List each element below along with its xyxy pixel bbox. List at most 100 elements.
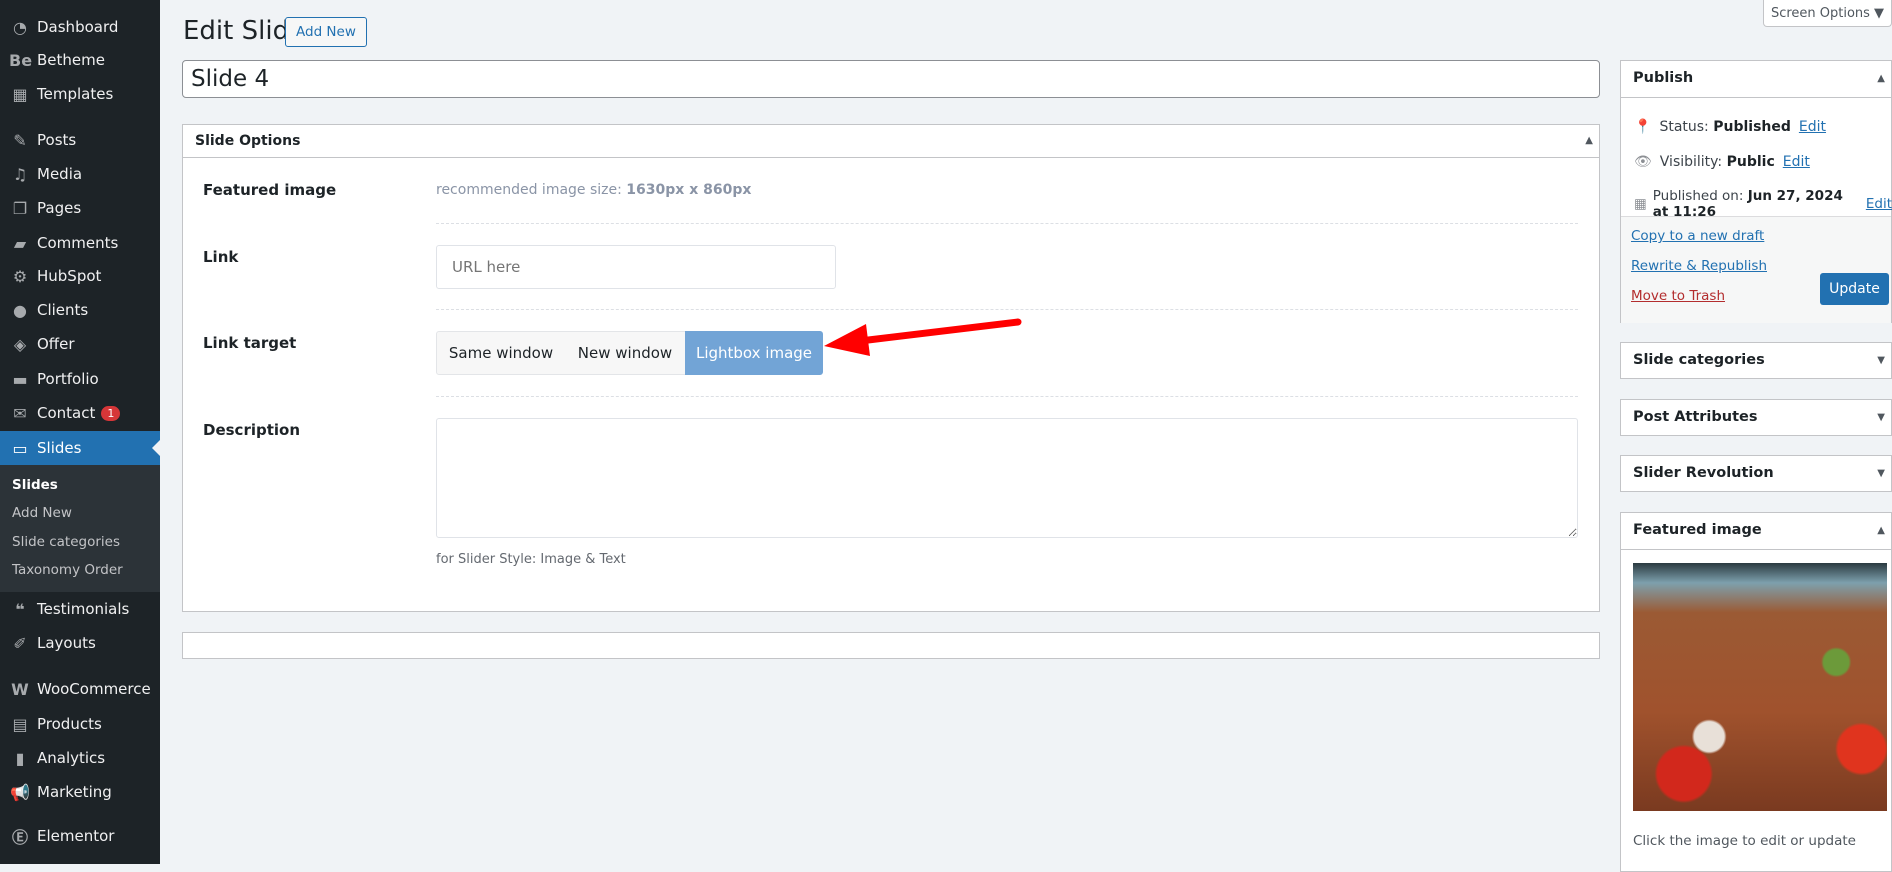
expand-icon[interactable]: ▼ bbox=[1877, 468, 1885, 479]
slide-categories-panel[interactable]: Slide categories ▼ bbox=[1620, 342, 1892, 379]
panel-title: Post Attributes bbox=[1633, 409, 1758, 425]
sidebar-item-label: Clients bbox=[37, 301, 89, 319]
sidebar-item-label: Templates bbox=[37, 85, 114, 103]
submenu-item[interactable]: Slides bbox=[12, 477, 58, 493]
copy-draft-link[interactable]: Copy to a new draft bbox=[1631, 228, 1764, 244]
target-same-window[interactable]: Same window bbox=[436, 331, 566, 375]
bar-chart-icon: ▮ bbox=[15, 748, 25, 768]
sidebar-item-testimonials[interactable]: ❝ Testimonials bbox=[0, 592, 160, 626]
media-icon: ♫ bbox=[12, 164, 28, 184]
sidebar-item-dashboard[interactable]: ◔ Dashboard bbox=[0, 10, 160, 44]
panel-title: Featured image bbox=[1633, 522, 1762, 538]
sidebar-item-label: Layouts bbox=[37, 634, 96, 652]
panel-title: Slide categories bbox=[1633, 352, 1765, 368]
eye-icon: 👁 bbox=[1634, 154, 1652, 170]
hubspot-icon: ⚙ bbox=[12, 266, 28, 286]
sidebar-item-label: Comments bbox=[37, 234, 119, 252]
collapse-toggle-icon[interactable]: ▲ bbox=[1585, 135, 1593, 146]
slider-revolution-panel[interactable]: Slider Revolution ▼ bbox=[1620, 455, 1892, 492]
collapse-toggle-icon[interactable]: ▲ bbox=[1877, 525, 1885, 536]
sidebar-item-contact[interactable]: ✉ Contact 1 bbox=[0, 396, 160, 430]
sidebar-item-label: Offer bbox=[37, 335, 75, 353]
divider bbox=[436, 396, 1578, 397]
sidebar-item-posts[interactable]: ✎ Posts bbox=[0, 123, 160, 157]
move-to-trash-link[interactable]: Move to Trash bbox=[1631, 288, 1725, 304]
publish-title: Publish bbox=[1633, 70, 1694, 86]
pin-icon: 📍 bbox=[1634, 119, 1652, 135]
slide-options-box: Slide Options ▲ bbox=[182, 124, 1600, 612]
sidebar-item-analytics[interactable]: ▮ Analytics bbox=[0, 741, 160, 775]
link-input[interactable] bbox=[436, 245, 836, 289]
edit-date-link[interactable]: Edit bbox=[1866, 196, 1892, 212]
archive-icon: ▤ bbox=[12, 714, 28, 734]
add-new-button[interactable]: Add New bbox=[285, 17, 367, 47]
sidebar-item-clients[interactable]: ● Clients bbox=[0, 293, 160, 327]
sidebar-item-label: Testimonials bbox=[37, 600, 130, 618]
empty-box bbox=[182, 632, 1600, 659]
featured-image-caption: Click the image to edit or update bbox=[1633, 833, 1856, 849]
sidebar-item-label: Products bbox=[37, 715, 102, 733]
description-label: Description bbox=[203, 421, 301, 439]
sidebar-item-woocommerce[interactable]: W WooCommerce bbox=[0, 672, 160, 706]
woocommerce-icon: W bbox=[11, 679, 29, 699]
sidebar-item-media[interactable]: ♫ Media bbox=[0, 157, 160, 191]
visibility-text: Visibility: Public bbox=[1659, 154, 1775, 170]
link-label: Link bbox=[203, 248, 239, 266]
sidebar-item-label: Analytics bbox=[37, 749, 106, 767]
edit-visibility-link[interactable]: Edit bbox=[1783, 154, 1810, 170]
featured-image-thumbnail[interactable] bbox=[1633, 563, 1887, 811]
sidebar-item-label: Slides bbox=[37, 439, 82, 457]
expand-icon[interactable]: ▼ bbox=[1877, 355, 1885, 366]
clients-icon: ● bbox=[13, 300, 27, 320]
target-lightbox-image[interactable]: Lightbox image bbox=[685, 331, 823, 375]
rewrite-republish-link[interactable]: Rewrite & Republish bbox=[1631, 258, 1767, 274]
sidebar-item-betheme[interactable]: Be Betheme bbox=[0, 43, 160, 77]
sidebar-item-pages[interactable]: ❐ Pages bbox=[0, 191, 160, 225]
sidebar-item-slides[interactable]: ▭ Slides bbox=[0, 431, 160, 465]
update-button[interactable]: Update bbox=[1820, 273, 1889, 305]
expand-icon[interactable]: ▼ bbox=[1877, 412, 1885, 423]
sidebar-item-label: WooCommerce bbox=[37, 680, 151, 698]
sidebar-item-offer[interactable]: ◈ Offer bbox=[0, 327, 160, 361]
submenu-item[interactable]: Slide categories bbox=[12, 534, 120, 550]
sidebar-item-portfolio[interactable]: ▬ Portfolio bbox=[0, 362, 160, 396]
notification-badge: 1 bbox=[101, 405, 121, 421]
target-new-window[interactable]: New window bbox=[565, 331, 686, 375]
sidebar-item-label: HubSpot bbox=[37, 267, 102, 285]
elementor-icon: Ⓔ bbox=[11, 828, 28, 847]
sidebar-item-hubspot[interactable]: ⚙ HubSpot bbox=[0, 259, 160, 293]
sidebar-item-label: Contact bbox=[37, 404, 96, 422]
dashboard-icon: ◔ bbox=[13, 17, 27, 37]
submenu-item[interactable]: Taxonomy Order bbox=[12, 562, 123, 578]
description-hint: for Slider Style: Image & Text bbox=[436, 552, 626, 567]
edit-status-link[interactable]: Edit bbox=[1799, 119, 1826, 135]
templates-icon: ▦ bbox=[12, 84, 28, 104]
megaphone-icon: 📢 bbox=[10, 782, 30, 802]
slides-icon: ▭ bbox=[12, 438, 28, 458]
sidebar-item-marketing[interactable]: 📢 Marketing bbox=[0, 775, 160, 809]
featured-image-label: Featured image bbox=[203, 181, 337, 199]
post-title-input[interactable] bbox=[182, 60, 1600, 98]
link-target-label: Link target bbox=[203, 334, 297, 352]
sidebar-item-elementor[interactable]: Ⓔ Elementor bbox=[0, 819, 160, 853]
calendar-icon: ▦ bbox=[1634, 196, 1647, 212]
panel-title: Slider Revolution bbox=[1633, 465, 1774, 481]
submenu-item[interactable]: Add New bbox=[12, 505, 72, 521]
sidebar-item-label: Betheme bbox=[37, 51, 105, 69]
sidebar-item-label: Dashboard bbox=[37, 18, 119, 36]
sidebar-item-comments[interactable]: ▰ Comments bbox=[0, 226, 160, 260]
status-text: Status: Published bbox=[1659, 119, 1791, 135]
sidebar-item-label: Marketing bbox=[37, 783, 112, 801]
sidebar-item-label: Posts bbox=[37, 131, 77, 149]
slide-options-title: Slide Options bbox=[195, 133, 301, 149]
sidebar-item-templates[interactable]: ▦ Templates bbox=[0, 77, 160, 111]
sidebar-item-label: Media bbox=[37, 165, 83, 183]
post-attributes-panel[interactable]: Post Attributes ▼ bbox=[1620, 399, 1892, 436]
screen-options-button[interactable]: Screen Options ▼ bbox=[1763, 0, 1892, 27]
description-textarea[interactable] bbox=[436, 418, 1578, 538]
sidebar-item-layouts[interactable]: ✐ Layouts bbox=[0, 626, 160, 660]
pages-icon: ❐ bbox=[12, 198, 28, 218]
sidebar-item-products[interactable]: ▤ Products bbox=[0, 707, 160, 741]
collapse-toggle-icon[interactable]: ▲ bbox=[1877, 73, 1885, 84]
divider bbox=[436, 223, 1578, 224]
